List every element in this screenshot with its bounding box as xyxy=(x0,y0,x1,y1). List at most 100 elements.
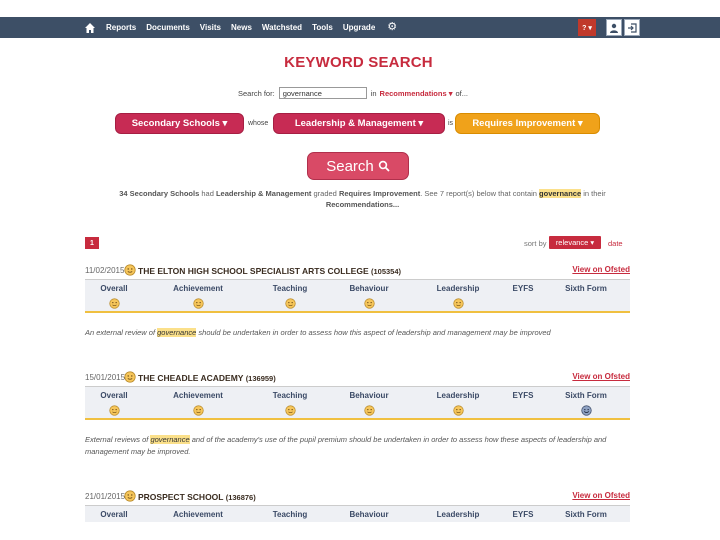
grade-teaching: Teaching xyxy=(255,284,325,309)
grade-header: Leadership xyxy=(436,510,480,519)
search-for-row: Search for: in Recommendations ▾ of... xyxy=(238,87,468,99)
keyword-input[interactable] xyxy=(278,87,367,99)
home-icon[interactable] xyxy=(84,22,96,34)
user-button[interactable] xyxy=(606,19,622,36)
grade-dropdown[interactable]: Requires Improvement ▾ xyxy=(455,113,600,134)
grade-header: EYFS xyxy=(512,284,534,293)
grade-eyfs: EYFS xyxy=(488,510,558,519)
page-title: KEYWORD SEARCH xyxy=(284,54,433,71)
whose-label: whose xyxy=(248,120,269,127)
result-header: 21/01/2015 PROSPECT SCHOOL (136876) View… xyxy=(85,489,630,505)
result-date: 21/01/2015 xyxy=(85,492,126,501)
result-card: 11/02/2015 THE ELTON HIGH SCHOOL SPECIAL… xyxy=(85,263,630,345)
grade-leadership: Leadership xyxy=(423,391,493,416)
top-navbar: Reports Documents Visits News Watchsted … xyxy=(0,17,720,38)
grade-behaviour: Behaviour xyxy=(334,284,404,309)
grade-header: Achievement xyxy=(173,510,223,519)
grade-header: Sixth Form xyxy=(565,391,607,400)
smiley-icon xyxy=(124,264,136,276)
grade-header: Leadership xyxy=(436,391,480,400)
grade-sixth-form: Sixth Form xyxy=(551,284,621,293)
search-icon xyxy=(378,160,390,172)
nav-watchsted[interactable]: Watchsted xyxy=(262,23,302,32)
help-button[interactable]: ? ▾ xyxy=(578,19,596,36)
grade-achievement: Achievement xyxy=(163,391,233,416)
grade-header: Sixth Form xyxy=(565,284,607,293)
sort-dropdown[interactable]: relevance ▾ xyxy=(549,236,601,249)
view-on-ofsted-link[interactable]: View on Ofsted xyxy=(572,372,630,381)
grade-leadership: Leadership xyxy=(423,510,493,519)
school-name-link[interactable]: THE CHEADLE ACADEMY (136959) xyxy=(138,373,276,383)
search-for-label: Search for: xyxy=(238,88,275,98)
nav-account: ? ▾ xyxy=(578,19,640,36)
grade-header: Leadership xyxy=(436,284,480,293)
judgement-dropdown[interactable]: Leadership & Management ▾ xyxy=(273,113,445,134)
grade-header: Teaching xyxy=(272,510,308,519)
grade-teaching: Teaching xyxy=(255,510,325,519)
summary-grade: Requires Improvement xyxy=(338,189,421,198)
grade-sixth-form: Sixth Form xyxy=(551,391,621,416)
grade-header: Overall xyxy=(100,284,128,293)
smiley-icon xyxy=(363,298,375,309)
result-header: 11/02/2015 THE ELTON HIGH SCHOOL SPECIAL… xyxy=(85,263,630,279)
grade-teaching: Teaching xyxy=(255,391,325,416)
smiley-icon xyxy=(452,405,464,416)
nav-news[interactable]: News xyxy=(231,23,252,32)
text-before: An external review of xyxy=(85,328,158,337)
grade-overall: Overall xyxy=(85,510,149,519)
gear-icon[interactable]: ⚙ xyxy=(387,22,397,33)
grade-header: EYFS xyxy=(512,391,534,400)
nav-reports[interactable]: Reports xyxy=(106,23,136,32)
school-type-dropdown[interactable]: Secondary Schools ▾ xyxy=(115,113,244,134)
is-label: is xyxy=(448,120,454,127)
summary-section: Recommendations... xyxy=(325,200,400,209)
smiley-icon xyxy=(192,298,204,309)
school-name: THE CHEADLE ACADEMY xyxy=(138,373,244,383)
smiley-icon xyxy=(124,371,136,383)
smiley-good-icon xyxy=(580,405,592,416)
school-name: PROSPECT SCHOOL xyxy=(138,492,224,502)
result-date: 11/02/2015 xyxy=(85,266,125,275)
summary-count: 34 Secondary Schools xyxy=(119,189,200,198)
text-before: External reviews of xyxy=(85,435,151,444)
search-button-label: Search xyxy=(326,157,374,175)
nav-tools[interactable]: Tools xyxy=(312,23,333,32)
smiley-icon xyxy=(284,405,296,416)
sort-date-link[interactable]: date xyxy=(608,239,623,248)
summary-see: . See 7 report(s) below that contain xyxy=(420,189,540,198)
nav-visits[interactable]: Visits xyxy=(200,23,221,32)
summary-had: had xyxy=(199,189,216,198)
logout-button[interactable] xyxy=(624,19,640,36)
school-name-link[interactable]: PROSPECT SCHOOL (136876) xyxy=(138,492,256,502)
grade-header: Overall xyxy=(100,391,128,400)
result-card: 21/01/2015 PROSPECT SCHOOL (136876) View… xyxy=(85,489,630,522)
nav-documents[interactable]: Documents xyxy=(146,23,190,32)
section-dropdown[interactable]: Recommendations ▾ xyxy=(380,89,453,98)
of-label: of... xyxy=(455,88,469,98)
result-date: 15/01/2015 xyxy=(85,373,126,382)
grade-behaviour: Behaviour xyxy=(334,510,404,519)
smiley-icon xyxy=(192,405,204,416)
smiley-icon xyxy=(124,490,136,502)
view-on-ofsted-link[interactable]: View on Ofsted xyxy=(572,491,630,500)
grade-overall: Overall xyxy=(79,284,149,309)
summary-judgement: Leadership & Management xyxy=(215,189,312,198)
text-after: should be undertaken in order to assess … xyxy=(196,328,551,337)
school-urn: (105354) xyxy=(371,267,402,276)
grades-row: Overall Achievement Teaching Behaviour L… xyxy=(85,506,630,522)
nav-upgrade[interactable]: Upgrade xyxy=(343,23,375,32)
grade-behaviour: Behaviour xyxy=(334,391,404,416)
view-on-ofsted-link[interactable]: View on Ofsted xyxy=(572,265,630,274)
grades-row: Overall Achievement Teaching Behaviour L… xyxy=(85,387,630,420)
result-header: 15/01/2015 THE CHEADLE ACADEMY (136959) … xyxy=(85,370,630,386)
grade-eyfs: EYFS xyxy=(488,391,558,400)
user-icon xyxy=(610,23,618,33)
page-number-button[interactable]: 1 xyxy=(85,237,99,249)
search-button[interactable]: Search xyxy=(307,152,409,180)
school-name-link[interactable]: THE ELTON HIGH SCHOOL SPECIALIST ARTS CO… xyxy=(138,266,401,276)
summary-in-their: in their xyxy=(581,189,606,198)
result-card: 15/01/2015 THE CHEADLE ACADEMY (136959) … xyxy=(85,370,630,462)
grade-header: Behaviour xyxy=(349,391,389,400)
recommendation-text: An external review of governance should … xyxy=(85,327,630,339)
chevron-down-icon: ▾ xyxy=(448,88,453,98)
